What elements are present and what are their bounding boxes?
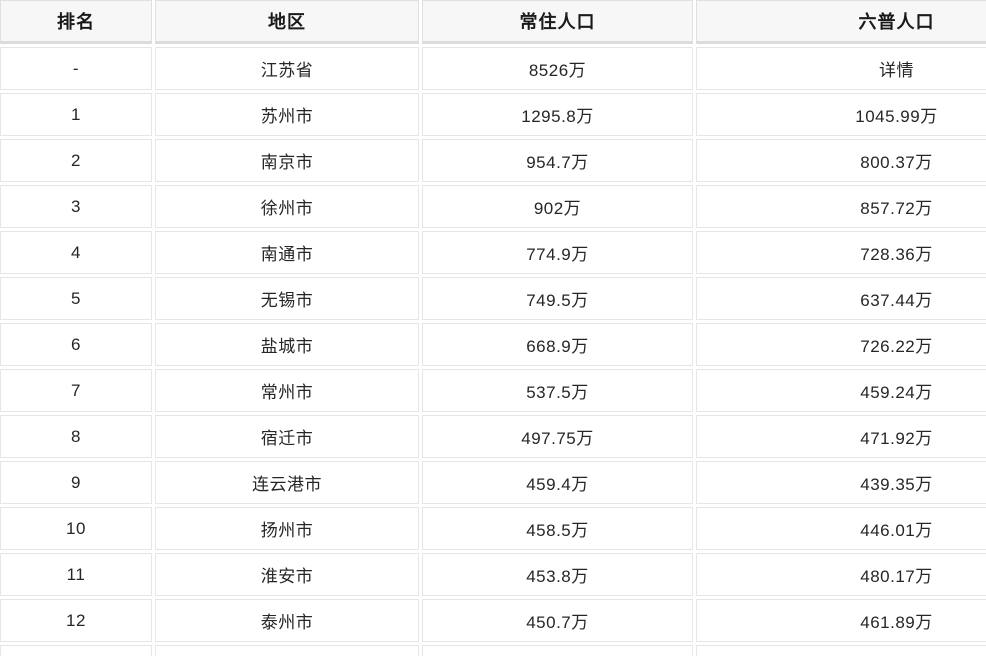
table-row[interactable]: 3 徐州市 902万 857.72万 [0, 185, 986, 228]
cell-rank: 3 [0, 185, 152, 228]
cell-sixth-census-population: 311.41万 [696, 645, 986, 656]
table-row[interactable]: 7 常州市 537.5万 459.24万 [0, 369, 986, 412]
table-row[interactable]: 8 宿迁市 497.75万 471.92万 [0, 415, 986, 458]
cell-permanent-population: 1295.8万 [422, 93, 693, 136]
cell-rank: 6 [0, 323, 152, 366]
cell-sixth-census-population: 800.37万 [696, 139, 986, 182]
table-row[interactable]: 5 无锡市 749.5万 637.44万 [0, 277, 986, 320]
cell-area[interactable]: 宿迁市 [155, 415, 419, 458]
cell-rank: - [0, 47, 152, 90]
cell-sixth-census-population: 471.92万 [696, 415, 986, 458]
table-row[interactable]: 12 泰州市 450.7万 461.89万 [0, 599, 986, 642]
cell-permanent-population: 749.5万 [422, 277, 693, 320]
cell-rank: 7 [0, 369, 152, 412]
population-ranking-table: 排名 地区 常住人口 六普人口 - 江苏省 8526万 详情 1 苏州市 1295.8万 10… [0, 0, 986, 656]
table-row[interactable]: 6 盐城市 668.9万 726.22万 [0, 323, 986, 366]
cell-area[interactable]: 盐城市 [155, 323, 419, 366]
table-header: 排名 地区 常住人口 六普人口 [0, 0, 986, 44]
table-row[interactable]: 11 淮安市 453.8万 480.17万 [0, 553, 986, 596]
cell-rank: 12 [0, 599, 152, 642]
cell-sixth-census-population: 857.72万 [696, 185, 986, 228]
cell-rank: 2 [0, 139, 152, 182]
cell-sixth-census-population: 637.44万 [696, 277, 986, 320]
table-row[interactable]: 4 南通市 774.9万 728.36万 [0, 231, 986, 274]
cell-area[interactable]: 常州市 [155, 369, 419, 412]
cell-area[interactable]: 南通市 [155, 231, 419, 274]
cell-area[interactable]: 扬州市 [155, 507, 419, 550]
cell-sixth-census-population: 459.24万 [696, 369, 986, 412]
table-row[interactable]: 2 南京市 954.7万 800.37万 [0, 139, 986, 182]
cell-permanent-population: 322.6万 [422, 645, 693, 656]
column-header-area[interactable]: 地区 [155, 0, 419, 44]
cell-sixth-census-population: 726.22万 [696, 323, 986, 366]
column-header-rank[interactable]: 排名 [0, 0, 152, 44]
column-header-permanent-pop[interactable]: 常住人口 [422, 0, 693, 44]
cell-permanent-population: 668.9万 [422, 323, 693, 366]
cell-rank: 5 [0, 277, 152, 320]
cell-permanent-population: 902万 [422, 185, 693, 228]
cell-sixth-census-population: 439.35万 [696, 461, 986, 504]
table-row[interactable]: 13镇江市322.6万311.41万 [0, 645, 986, 656]
cell-rank: 8 [0, 415, 152, 458]
table-row[interactable]: 10 扬州市 458.5万 446.01万 [0, 507, 986, 550]
cell-area[interactable]: 苏州市 [155, 93, 419, 136]
table-body: - 江苏省 8526万 详情 1 苏州市 1295.8万 1045.99万 2 南京市 954.7万… [0, 47, 986, 656]
cell-permanent-population: 774.9万 [422, 231, 693, 274]
cell-area[interactable]: 镇江市 [155, 645, 419, 656]
cell-sixth-census-population: 461.89万 [696, 599, 986, 642]
table-row[interactable]: - 江苏省 8526万 详情 [0, 47, 986, 90]
cell-rank: 13 [0, 645, 152, 656]
cell-rank: 1 [0, 93, 152, 136]
cell-permanent-population: 954.7万 [422, 139, 693, 182]
column-header-sixth-census[interactable]: 六普人口 [696, 0, 986, 44]
cell-sixth-census-population: 446.01万 [696, 507, 986, 550]
cell-rank: 9 [0, 461, 152, 504]
table-header-row: 排名 地区 常住人口 六普人口 [0, 0, 986, 44]
cell-area[interactable]: 徐州市 [155, 185, 419, 228]
cell-permanent-population: 458.5万 [422, 507, 693, 550]
cell-permanent-population: 450.7万 [422, 599, 693, 642]
cell-permanent-population: 459.4万 [422, 461, 693, 504]
cell-permanent-population: 537.5万 [422, 369, 693, 412]
cell-area[interactable]: 泰州市 [155, 599, 419, 642]
cell-sixth-census-population: 728.36万 [696, 231, 986, 274]
cell-permanent-population: 497.75万 [422, 415, 693, 458]
table-row[interactable]: 9 连云港市 459.4万 439.35万 [0, 461, 986, 504]
cell-permanent-population: 453.8万 [422, 553, 693, 596]
cell-sixth-census-population: 详情 [696, 47, 986, 90]
cell-area[interactable]: 无锡市 [155, 277, 419, 320]
cell-rank: 4 [0, 231, 152, 274]
cell-area[interactable]: 连云港市 [155, 461, 419, 504]
cell-rank: 10 [0, 507, 152, 550]
cell-area[interactable]: 南京市 [155, 139, 419, 182]
table-row[interactable]: 1 苏州市 1295.8万 1045.99万 [0, 93, 986, 136]
population-table-container: 排名 地区 常住人口 六普人口 - 江苏省 8526万 详情 1 苏州市 1295.8万 10… [0, 0, 986, 656]
cell-area[interactable]: 江苏省 [155, 47, 419, 90]
cell-sixth-census-population: 480.17万 [696, 553, 986, 596]
cell-permanent-population: 8526万 [422, 47, 693, 90]
cell-area[interactable]: 淮安市 [155, 553, 419, 596]
cell-rank: 11 [0, 553, 152, 596]
cell-sixth-census-population: 1045.99万 [696, 93, 986, 136]
